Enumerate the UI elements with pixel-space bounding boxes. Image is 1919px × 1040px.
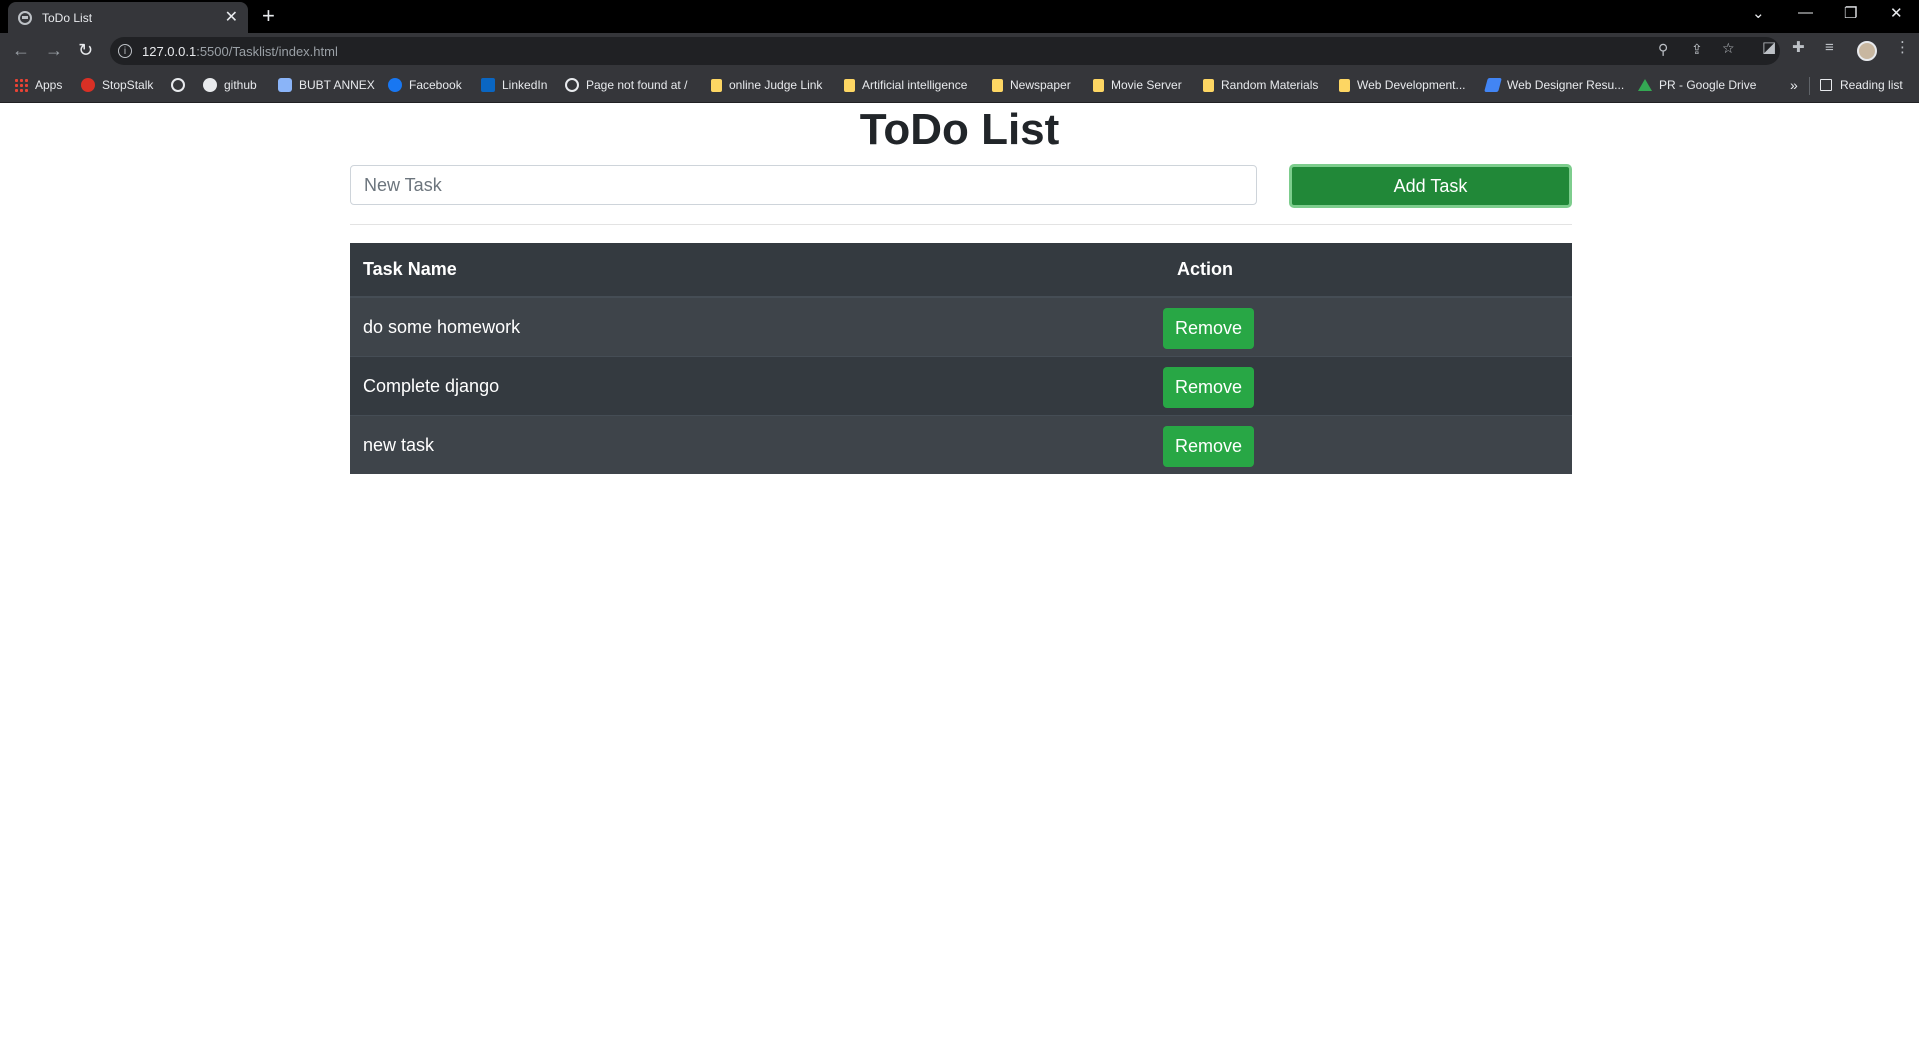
- task-table: Task Name Action do some homework Remove…: [350, 243, 1572, 474]
- address-bar[interactable]: i 127.0.0.1:5500/Tasklist/index.html: [110, 37, 1780, 65]
- minimize-icon[interactable]: —: [1798, 4, 1813, 21]
- new-task-input[interactable]: [350, 165, 1257, 205]
- bookmark-bubt-annex[interactable]: BUBT ANNEX: [278, 78, 375, 92]
- bookmark-apps[interactable]: Apps: [14, 78, 62, 92]
- table-header: Task Name Action: [350, 243, 1572, 297]
- folder-icon: [1203, 78, 1214, 92]
- github-icon: [203, 78, 217, 92]
- bookmark-artificial-intelligence[interactable]: Artificial intelligence: [844, 78, 967, 92]
- bookmark-globe[interactable]: [171, 78, 192, 92]
- table-row: do some homework Remove: [350, 297, 1572, 356]
- bookmark-online-judge[interactable]: online Judge Link: [711, 78, 822, 92]
- task-name: Complete django: [363, 376, 500, 396]
- bubt-icon: [278, 78, 292, 92]
- divider: [350, 224, 1572, 225]
- restore-icon[interactable]: ❐: [1844, 4, 1857, 22]
- back-icon[interactable]: ←: [12, 41, 30, 59]
- profile-avatar[interactable]: [1857, 41, 1877, 61]
- remove-button[interactable]: Remove: [1163, 367, 1254, 408]
- browser-tab[interactable]: ToDo List ✕: [8, 2, 248, 33]
- extensions-puzzle-icon[interactable]: ✚: [1792, 40, 1805, 55]
- facebook-icon: [388, 78, 402, 92]
- folder-icon: [711, 78, 722, 92]
- extension-icon[interactable]: ◪: [1762, 40, 1776, 55]
- bookmark-random-materials[interactable]: Random Materials: [1203, 78, 1318, 92]
- reload-icon[interactable]: ↻: [78, 41, 93, 59]
- reading-list-button[interactable]: Reading list: [1820, 78, 1903, 92]
- bookmarks-bar: Apps StopStalk github BUBT ANNEX Faceboo…: [0, 69, 1919, 103]
- bookmark-page-not-found[interactable]: Page not found at /: [565, 78, 687, 92]
- media-control-icon[interactable]: ≡: [1825, 40, 1834, 55]
- folder-icon: [844, 78, 855, 92]
- bookmark-linkedin[interactable]: LinkedIn: [481, 78, 547, 92]
- stopstalk-icon: [81, 78, 95, 92]
- bookmark-star-icon[interactable]: ☆: [1722, 41, 1735, 55]
- bookmark-movie-server[interactable]: Movie Server: [1093, 78, 1182, 92]
- reading-list-icon: [1820, 79, 1832, 91]
- page-content: ToDo List Add Task Task Name Action do s…: [0, 103, 1919, 1040]
- table-row: new task Remove: [350, 415, 1572, 474]
- folder-icon: [1093, 78, 1104, 92]
- menu-kebab-icon[interactable]: ⋮: [1895, 40, 1910, 55]
- bookmarks-overflow-icon[interactable]: »: [1790, 77, 1798, 93]
- window-close-icon[interactable]: ✕: [1890, 4, 1903, 22]
- tab-title: ToDo List: [42, 10, 93, 25]
- globe-icon: [18, 10, 32, 25]
- forward-icon[interactable]: →: [45, 41, 63, 59]
- page-title: ToDo List: [859, 105, 1060, 154]
- bookmark-facebook[interactable]: Facebook: [388, 78, 462, 92]
- globe-icon: [171, 78, 185, 92]
- remove-button[interactable]: Remove: [1163, 308, 1254, 349]
- browser-toolbar: ← → ↻ i 127.0.0.1:5500/Tasklist/index.ht…: [0, 33, 1919, 69]
- remove-button[interactable]: Remove: [1163, 426, 1254, 467]
- column-header-action: Action: [1177, 259, 1233, 279]
- browser-tab-bar: ToDo List ✕ + ⌄ — ❐ ✕: [0, 0, 1919, 33]
- new-tab-icon[interactable]: +: [262, 5, 275, 27]
- web-designer-icon: [1484, 78, 1502, 92]
- column-header-task-name: Task Name: [363, 259, 457, 279]
- bookmark-github[interactable]: github: [203, 78, 257, 92]
- folder-icon: [1339, 78, 1350, 92]
- bookmark-web-development[interactable]: Web Development...: [1339, 78, 1466, 92]
- folder-icon: [992, 78, 1003, 92]
- add-task-button[interactable]: Add Task: [1289, 164, 1572, 208]
- bookmark-stopstalk[interactable]: StopStalk: [81, 78, 153, 92]
- bookmark-pr-google-drive[interactable]: PR - Google Drive: [1638, 78, 1756, 92]
- table-row: Complete django Remove: [350, 356, 1572, 415]
- tab-search-icon[interactable]: ⌄: [1752, 4, 1765, 22]
- tab-close-icon[interactable]: ✕: [225, 9, 238, 26]
- apps-grid-icon: [14, 78, 28, 92]
- task-name: new task: [363, 435, 435, 455]
- bookmarks-divider: [1809, 77, 1810, 95]
- share-icon[interactable]: ⇪: [1691, 42, 1703, 56]
- google-drive-icon: [1638, 79, 1652, 91]
- bookmark-web-designer[interactable]: Web Designer Resu...: [1484, 78, 1624, 92]
- url-host: 127.0.0.1: [142, 43, 197, 59]
- url-path: :5500/Tasklist/index.html: [196, 43, 338, 59]
- site-info-icon[interactable]: i: [118, 44, 132, 58]
- globe-icon: [565, 78, 579, 92]
- bookmark-newspaper[interactable]: Newspaper: [992, 78, 1071, 92]
- linkedin-icon: [481, 78, 495, 92]
- zoom-icon[interactable]: ⚲: [1658, 42, 1668, 56]
- task-name: do some homework: [363, 317, 521, 337]
